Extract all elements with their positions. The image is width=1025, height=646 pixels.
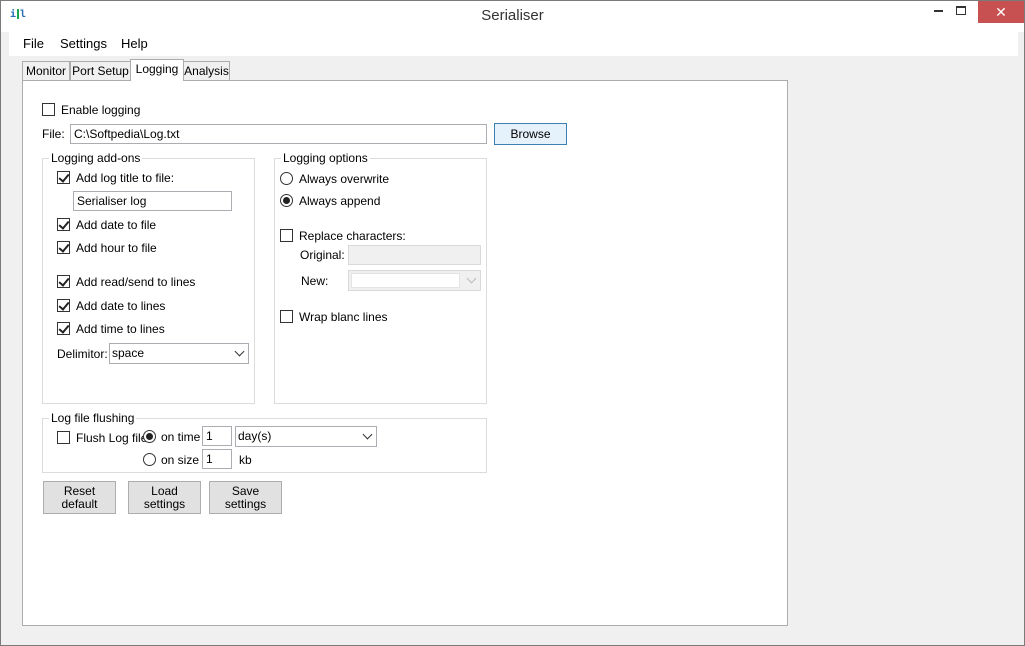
file-label: File: bbox=[42, 127, 65, 141]
minimize-icon bbox=[933, 10, 943, 13]
always-overwrite-label: Always overwrite bbox=[299, 172, 390, 186]
logging-addons-title: Logging add-ons bbox=[49, 151, 143, 165]
on-time-label: on time bbox=[161, 430, 201, 444]
add-time-to-lines-checkbox[interactable] bbox=[57, 322, 70, 335]
on-size-radio[interactable] bbox=[143, 453, 156, 466]
menu-help[interactable]: Help bbox=[121, 36, 148, 51]
file-path-input[interactable]: C:\Softpedia\Log.txt bbox=[70, 124, 487, 144]
tab-port-setup[interactable]: Port Setup bbox=[70, 61, 131, 81]
delimitor-label: Delimitor: bbox=[57, 347, 108, 361]
maximize-icon bbox=[956, 6, 966, 16]
replace-characters-label: Replace characters: bbox=[299, 229, 406, 243]
browse-button[interactable]: Browse bbox=[494, 123, 567, 145]
add-log-title-checkbox[interactable] bbox=[57, 171, 70, 184]
wrap-blanc-lines-checkbox[interactable] bbox=[280, 310, 293, 323]
always-overwrite-radio[interactable] bbox=[280, 172, 293, 185]
add-log-title-label: Add log title to file: bbox=[76, 171, 175, 185]
log-title-input[interactable]: Serialiser log bbox=[73, 191, 232, 211]
add-date-to-file-checkbox[interactable] bbox=[57, 218, 70, 231]
add-date-to-lines-checkbox[interactable] bbox=[57, 299, 70, 312]
always-append-radio[interactable] bbox=[280, 194, 293, 207]
always-append-label: Always append bbox=[299, 194, 381, 208]
tab-logging[interactable]: Logging bbox=[130, 59, 184, 81]
on-size-input[interactable]: 1 bbox=[202, 449, 232, 469]
on-time-radio[interactable] bbox=[143, 430, 156, 443]
flush-log-label: Flush Log file bbox=[76, 431, 148, 445]
chevron-down-icon bbox=[234, 346, 245, 357]
menu-file[interactable]: File bbox=[23, 36, 44, 51]
flush-log-checkbox[interactable] bbox=[57, 431, 70, 444]
maximize-button[interactable] bbox=[945, 1, 977, 23]
reset-default-button[interactable]: Reset default bbox=[43, 481, 116, 514]
tab-monitor[interactable]: Monitor bbox=[22, 61, 70, 81]
enable-logging-checkbox[interactable] bbox=[42, 103, 55, 116]
load-line2: settings bbox=[143, 497, 186, 511]
add-read-send-checkbox[interactable] bbox=[57, 275, 70, 288]
save-line2: settings bbox=[224, 497, 267, 511]
chevron-down-icon bbox=[466, 273, 477, 284]
log-flushing-title: Log file flushing bbox=[49, 411, 137, 425]
size-unit-label: kb bbox=[239, 453, 252, 467]
add-read-send-label: Add read/send to lines bbox=[76, 275, 196, 289]
window-title: Serialiser bbox=[481, 7, 544, 24]
delimitor-select[interactable]: space bbox=[109, 343, 249, 364]
add-date-to-lines-label: Add date to lines bbox=[76, 299, 166, 313]
new-chars-inner bbox=[351, 273, 460, 288]
title-bar: il Serialiser ✕ bbox=[1, 1, 1024, 32]
menu-bar: File Settings Help bbox=[9, 32, 1018, 56]
add-hour-to-file-checkbox[interactable] bbox=[57, 241, 70, 254]
enable-logging-label: Enable logging bbox=[61, 103, 141, 117]
delimitor-value: space bbox=[112, 346, 145, 360]
save-settings-button[interactable]: Save settings bbox=[209, 481, 282, 514]
menu-settings[interactable]: Settings bbox=[60, 36, 107, 51]
time-unit-select[interactable]: day(s) bbox=[235, 426, 377, 447]
logging-options-title: Logging options bbox=[281, 151, 370, 165]
time-unit-value: day(s) bbox=[238, 429, 272, 443]
new-chars-select[interactable] bbox=[348, 270, 481, 291]
load-settings-button[interactable]: Load settings bbox=[128, 481, 201, 514]
main-window: il Serialiser ✕ File Settings Help Monit… bbox=[0, 0, 1025, 646]
wrap-blanc-lines-label: Wrap blanc lines bbox=[299, 310, 388, 324]
add-time-to-lines-label: Add time to lines bbox=[76, 322, 165, 336]
on-size-label: on size bbox=[161, 453, 200, 467]
new-label: New: bbox=[301, 274, 329, 288]
tab-analysis[interactable]: Analysis bbox=[183, 61, 230, 81]
close-icon: ✕ bbox=[995, 4, 1007, 20]
original-chars-input[interactable] bbox=[348, 245, 481, 265]
reset-line2: default bbox=[61, 497, 98, 511]
on-time-input[interactable]: 1 bbox=[202, 426, 232, 446]
add-date-to-file-label: Add date to file bbox=[76, 218, 157, 232]
original-label: Original: bbox=[300, 248, 345, 262]
chevron-down-icon bbox=[362, 429, 373, 440]
replace-characters-checkbox[interactable] bbox=[280, 229, 293, 242]
close-button[interactable]: ✕ bbox=[978, 1, 1024, 23]
add-hour-to-file-label: Add hour to file bbox=[76, 241, 157, 255]
